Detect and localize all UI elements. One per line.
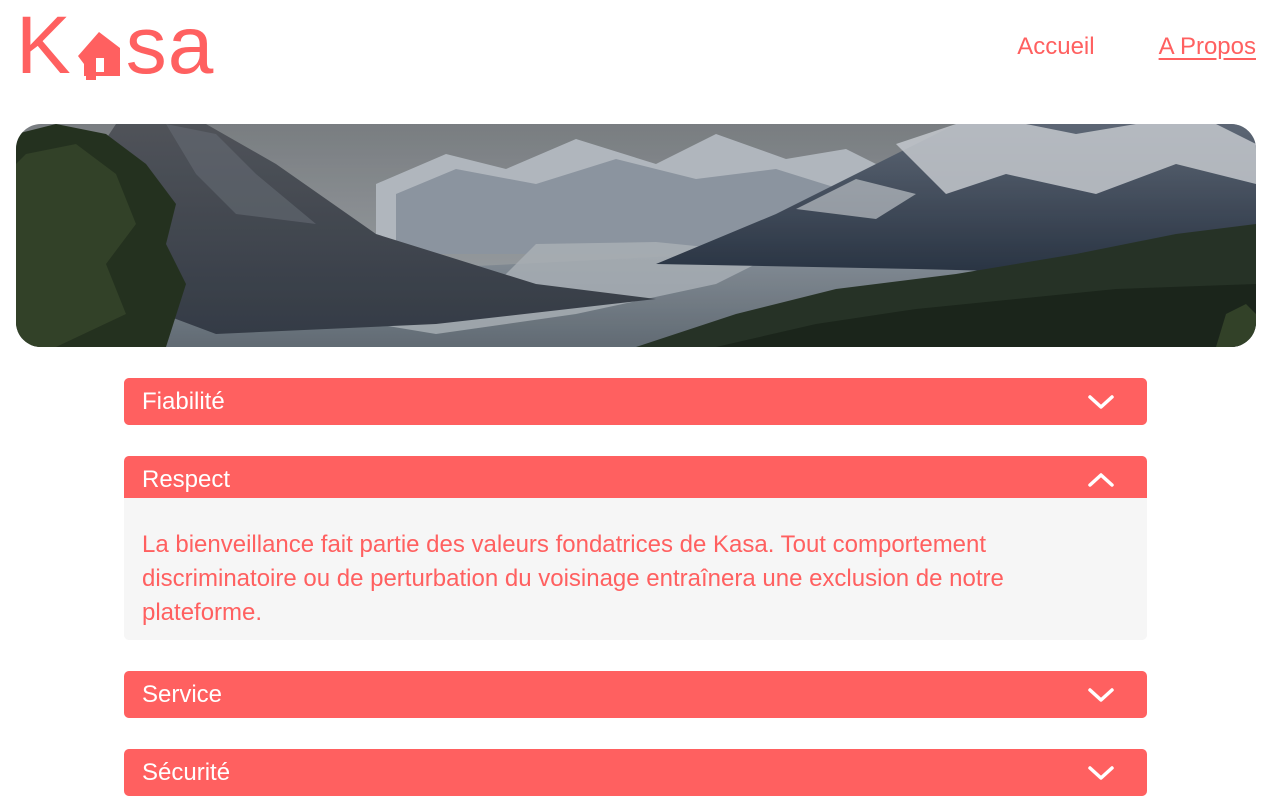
logo-letters-sa: sa (125, 0, 215, 91)
chevron-down-icon[interactable] (1087, 763, 1115, 783)
collapse-content-respect: La bienveillance fait partie des valeurs… (124, 498, 1147, 640)
collapse-title: Service (142, 680, 223, 708)
page: K sa Accueil A Propos Fiabilité Respect … (0, 0, 1271, 808)
nav-link-a-propos[interactable]: A Propos (1159, 32, 1256, 62)
chevron-up-icon[interactable] (1087, 470, 1115, 490)
collapse-header-fiabilite[interactable]: Fiabilité (124, 378, 1147, 425)
collapse-header-service[interactable]: Service (124, 671, 1147, 718)
collapse-title: Sécurité (142, 758, 231, 786)
values-collapses: Fiabilité Respect La bienveillance fait … (124, 378, 1147, 808)
logo[interactable]: K sa (16, 0, 215, 91)
collapse-service: Service (124, 671, 1147, 718)
house-icon (74, 10, 124, 82)
logo-letter-k: K (16, 0, 72, 91)
chevron-down-icon[interactable] (1087, 685, 1115, 705)
collapse-securite: Sécurité (124, 749, 1147, 796)
chevron-down-icon[interactable] (1087, 392, 1115, 412)
banner-image (16, 124, 1256, 347)
collapse-respect: Respect La bienveillance fait partie des… (124, 456, 1147, 640)
collapse-title: Respect (142, 465, 231, 493)
collapse-header-respect[interactable]: Respect (124, 456, 1147, 503)
main-nav: Accueil A Propos (1017, 32, 1256, 62)
nav-link-accueil[interactable]: Accueil (1017, 32, 1094, 62)
collapse-header-securite[interactable]: Sécurité (124, 749, 1147, 796)
collapse-fiabilite: Fiabilité (124, 378, 1147, 425)
collapse-title: Fiabilité (142, 387, 225, 415)
